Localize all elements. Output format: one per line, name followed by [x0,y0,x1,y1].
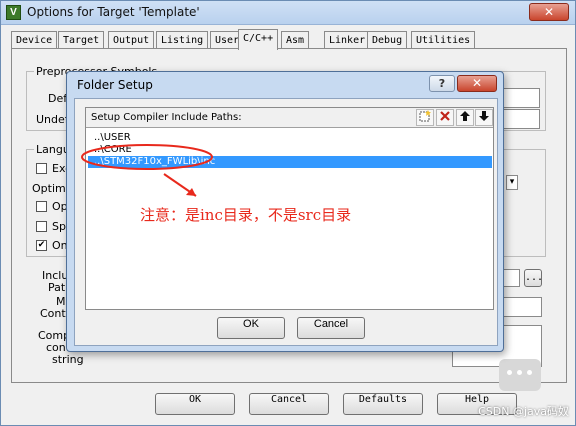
annotation-text: 注意：是inc目录，不是src目录 [140,206,352,224]
tab-cpp[interactable]: C/C++ [238,29,279,50]
highlight-ellipse [81,144,213,170]
